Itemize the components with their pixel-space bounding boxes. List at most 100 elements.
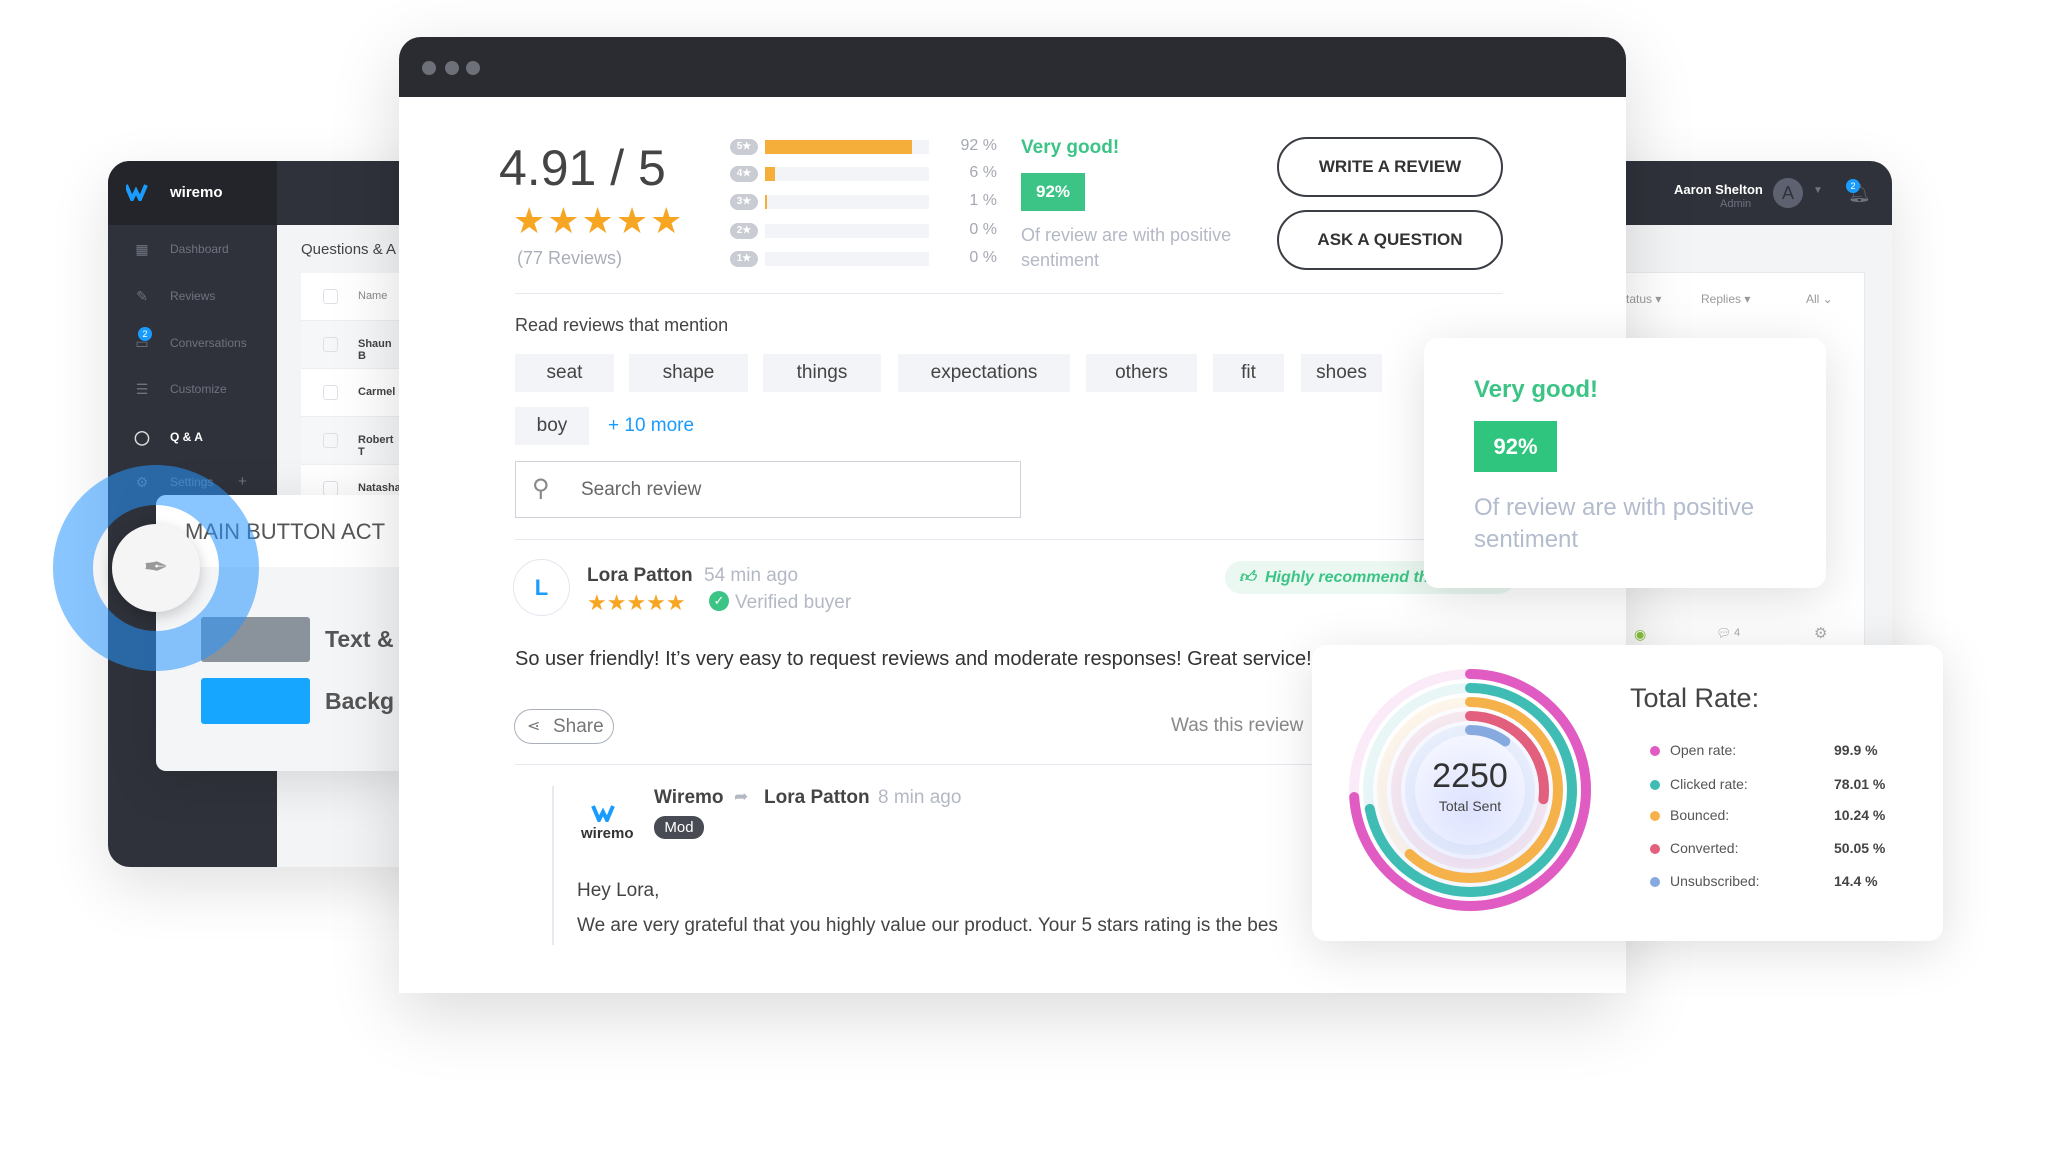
- distribution-bar-fill: [765, 195, 767, 209]
- rating-distribution-row[interactable]: 5★ 92 %: [730, 137, 1190, 157]
- star-level-badge: 4★: [730, 166, 758, 182]
- table-row[interactable]: Carmel: [301, 369, 401, 417]
- verified-check-icon: ✓: [709, 591, 729, 611]
- sidebar-item-reviews[interactable]: ✎ Reviews: [108, 286, 277, 310]
- window-dot[interactable]: [445, 61, 459, 75]
- more-tags-link[interactable]: + 10 more: [608, 415, 694, 437]
- share-button[interactable]: ⋖ Share: [514, 709, 614, 744]
- rating-distribution-row[interactable]: 4★ 6 %: [730, 164, 1190, 184]
- row-name: Shaun B: [358, 338, 392, 362]
- mentions-title: Read reviews that mention: [515, 315, 729, 335]
- mention-tag[interactable]: seat: [515, 354, 614, 392]
- reviewer-avatar: L: [513, 559, 570, 616]
- rating-distribution-row[interactable]: 2★ 0 %: [730, 221, 1190, 241]
- sidebar-item-qa[interactable]: ◯ Q & A: [108, 427, 277, 451]
- status-active-icon: ◉: [1634, 626, 1647, 642]
- all-filter[interactable]: All ⌄: [1806, 292, 1833, 306]
- legend-label: Unsubscribed:: [1670, 873, 1760, 889]
- reply-line: [552, 786, 554, 945]
- eyedropper-icon[interactable]: ✒: [112, 524, 200, 612]
- table-row[interactable]: Robert T: [301, 417, 401, 465]
- row-name: Carmel: [358, 386, 396, 398]
- total-sent-value: 2250: [1432, 757, 1508, 795]
- legend-item: Open rate: 99.9 %: [1650, 742, 1950, 762]
- write-review-button[interactable]: WRITE A REVIEW: [1277, 137, 1503, 197]
- window-dot[interactable]: [422, 61, 436, 75]
- mention-tag[interactable]: others: [1086, 354, 1197, 392]
- row-checkbox[interactable]: [323, 481, 338, 496]
- background-color-label: Backg: [325, 688, 395, 714]
- chevron-down-icon[interactable]: ▼: [1813, 185, 1823, 196]
- total-sent-label: Total Sent: [1438, 798, 1502, 814]
- text-color-label: Text &: [325, 626, 394, 652]
- grid-icon: ▦: [135, 241, 149, 257]
- mention-tag[interactable]: expectations: [898, 354, 1070, 392]
- distribution-bar-track: [765, 167, 929, 181]
- sentiment-card-text: Of review are with positive sentiment: [1474, 494, 1755, 553]
- replies-filter[interactable]: Replies ▾: [1701, 292, 1750, 306]
- comment-icon: 💬︎: [1716, 626, 1732, 640]
- legend-value: 99.9 %: [1834, 742, 1878, 758]
- legend-value: 50.05 %: [1834, 840, 1886, 856]
- status-filter[interactable]: tatus ▾: [1626, 292, 1661, 306]
- mod-badge: Mod: [654, 816, 704, 839]
- mention-tag[interactable]: things: [763, 354, 881, 392]
- wiremo-logo-icon: [126, 184, 148, 201]
- select-all-checkbox[interactable]: [323, 289, 338, 304]
- legend-value: 78.01 %: [1834, 776, 1886, 792]
- sidebar-item-customize[interactable]: ☰ Customize: [108, 379, 277, 403]
- legend-label: Open rate:: [1670, 742, 1737, 758]
- reviewer-name[interactable]: Lora Patton: [587, 565, 693, 587]
- divider: [515, 293, 1503, 294]
- thumbs-up-icon: 👍︎: [1239, 569, 1256, 586]
- row-checkbox[interactable]: [323, 385, 338, 400]
- recommend-text: Highly recommend this: [1265, 569, 1442, 586]
- distribution-bar-track: [765, 140, 929, 154]
- title-bar: [399, 37, 1626, 97]
- search-input[interactable]: ⚲ Search review: [515, 461, 1021, 518]
- wiremo-logo-icon: [591, 805, 615, 822]
- background-color-swatch[interactable]: [201, 678, 310, 724]
- notification-badge: 2: [1846, 179, 1860, 193]
- distribution-bar-track: [765, 195, 929, 209]
- review-count: (77 Reviews): [517, 248, 623, 268]
- total-rate-card: 2250 Total Sent Total Rate: Open rate: 99…: [1312, 645, 1943, 941]
- sidebar-label: Customize: [170, 382, 227, 396]
- helpful-prompt: Was this review: [1171, 715, 1304, 736]
- rating-distribution-row[interactable]: 3★ 1 %: [730, 192, 1190, 212]
- sidebar-item-dashboard[interactable]: ▦ Dashboard: [108, 239, 277, 263]
- legend-label: Clicked rate:: [1670, 776, 1748, 792]
- review-text: So user friendly! It’s very easy to requ…: [515, 648, 1312, 670]
- share-label: Share: [553, 716, 604, 737]
- reply-author: Wiremo: [654, 787, 724, 808]
- window-dot[interactable]: [466, 61, 480, 75]
- review-time: 54 min ago: [704, 565, 799, 586]
- row-name: Natasha: [358, 482, 401, 494]
- mention-tag[interactable]: boy: [515, 407, 589, 445]
- mention-tag[interactable]: shape: [629, 354, 748, 392]
- conversations-badge: 2: [138, 327, 152, 341]
- brand-name: wiremo: [170, 184, 223, 201]
- user-name: Aaron Shelton: [1674, 182, 1763, 197]
- legend-dot: [1650, 844, 1660, 854]
- sidebar-item-conversations[interactable]: ▭ 2 Conversations: [108, 327, 277, 357]
- row-checkbox[interactable]: [323, 337, 338, 352]
- sidebar-label: Q & A: [170, 430, 203, 444]
- comment-count: 4: [1734, 627, 1741, 639]
- mention-tag[interactable]: shoes: [1301, 354, 1382, 392]
- reply-time: 8 min ago: [878, 787, 962, 808]
- table-row[interactable]: Shaun B: [301, 321, 401, 369]
- distribution-bar-track: [765, 224, 929, 238]
- ask-question-button[interactable]: ASK A QUESTION: [1277, 210, 1503, 270]
- add-icon[interactable]: +: [238, 473, 247, 490]
- reply-text: We are very grateful that you highly val…: [577, 915, 1278, 936]
- avatar[interactable]: A: [1773, 178, 1803, 208]
- rating-distribution-row[interactable]: 1★ 0 %: [730, 249, 1190, 269]
- row-checkbox[interactable]: [323, 433, 338, 448]
- legend-item: Clicked rate: 78.01 %: [1650, 776, 1950, 796]
- mention-tag[interactable]: fit: [1213, 354, 1284, 392]
- row-name: Robert T: [358, 434, 394, 458]
- legend-value: 14.4 %: [1834, 873, 1878, 889]
- settings-icon[interactable]: ⚙: [1814, 624, 1827, 642]
- user-role: Admin: [1720, 198, 1752, 210]
